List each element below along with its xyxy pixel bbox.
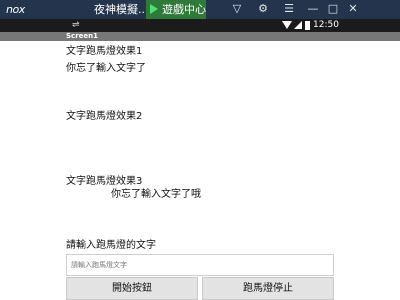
close-icon[interactable]: ✕ [346, 2, 360, 16]
usb-icon: ⇌ [72, 20, 80, 30]
maximize-icon[interactable]: □ [326, 2, 340, 16]
screen-content: 文字跑馬燈效果1 你忘了輸入文字了 文字跑馬燈效果2 文字跑馬燈效果3 你忘了輸… [66, 41, 334, 300]
menu-icon[interactable]: ☰ [282, 2, 296, 16]
game-center-tab[interactable]: 遊戲中心 [146, 0, 206, 19]
marquee3-label: 文字跑馬燈效果3 [66, 176, 143, 187]
marquee2-label: 文字跑馬燈效果2 [66, 111, 143, 122]
marquee1-label: 文字跑馬燈效果1 [66, 46, 143, 57]
minimize-icon[interactable]: — [306, 2, 320, 16]
marquee-text-input[interactable]: 請輸入跑馬燈文字 [66, 254, 334, 276]
shirt-icon[interactable]: ▽ [230, 2, 244, 16]
app-name: 夜神模擬... [94, 3, 149, 16]
play-icon [150, 4, 158, 14]
signal-icon [294, 21, 302, 29]
android-status-bar: ⇌ 12:50 [0, 19, 400, 32]
input-prompt: 請輸入跑馬燈的文字 [66, 240, 156, 251]
marquee3-text: 你忘了輸入文字了哦 [111, 189, 201, 200]
wifi-icon [282, 21, 292, 29]
emulator-title-bar: nox 夜神模擬... 遊戲中心 ▽ ⚙ ☰ — □ ✕ [0, 0, 400, 19]
settings-icon[interactable]: ⚙ [256, 2, 270, 16]
game-center-label: 遊戲中心 [162, 3, 206, 16]
battery-icon [305, 21, 310, 30]
nox-logo: nox [6, 3, 25, 16]
app-title-bar: Screen1 [0, 32, 400, 41]
screen-title: Screen1 [66, 32, 98, 40]
marquee1-text: 你忘了輸入文字了 [66, 63, 146, 74]
stop-marquee-button[interactable]: 跑馬燈停止 [202, 277, 334, 300]
status-clock: 12:50 [313, 20, 339, 30]
input-placeholder: 請輸入跑馬燈文字 [71, 261, 127, 269]
start-button[interactable]: 開始按鈕 [66, 277, 198, 300]
